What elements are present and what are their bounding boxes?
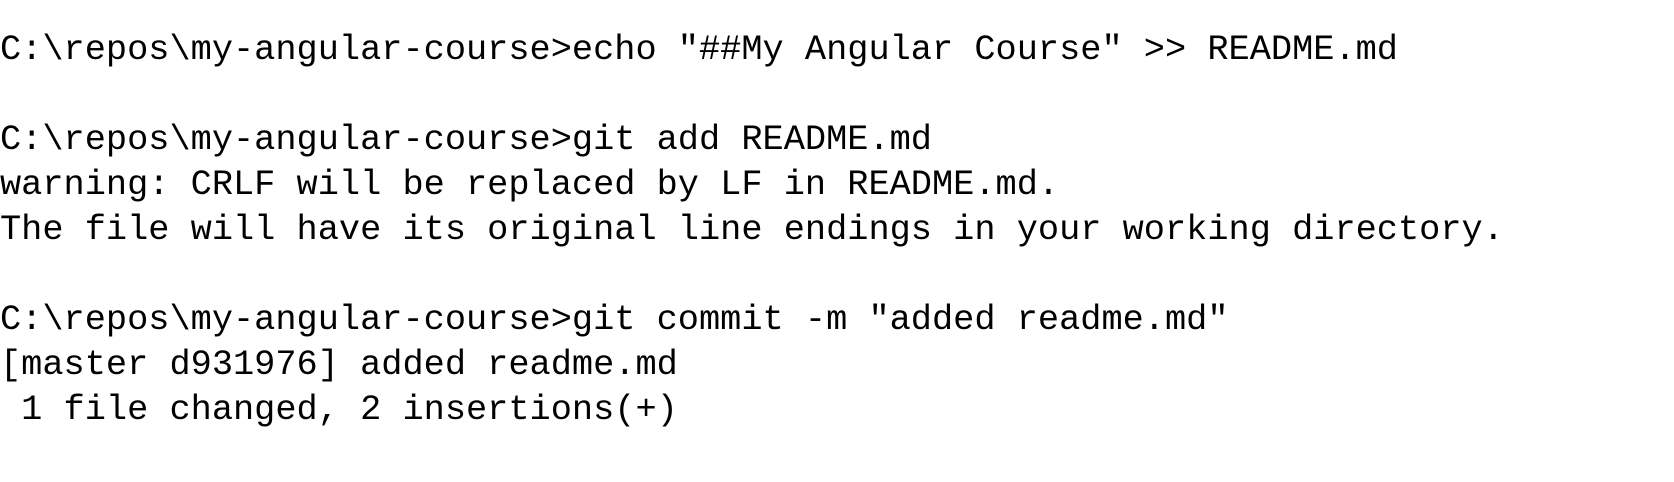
command-line-echo: C:\repos\my-angular-course>echo "##My An… — [0, 30, 1398, 70]
commit-stats-line: 1 file changed, 2 insertions(+) — [0, 390, 678, 430]
warning-detail-line: The file will have its original line end… — [0, 210, 1504, 250]
warning-line: warning: CRLF will be replaced by LF in … — [0, 165, 1060, 205]
command-line-git-add: C:\repos\my-angular-course>git add READM… — [0, 120, 932, 160]
commit-result-line: [master d931976] added readme.md — [0, 345, 678, 385]
terminal-output[interactable]: C:\repos\my-angular-course>echo "##My An… — [0, 0, 1674, 433]
command-line-git-commit: C:\repos\my-angular-course>git commit -m… — [0, 300, 1229, 340]
